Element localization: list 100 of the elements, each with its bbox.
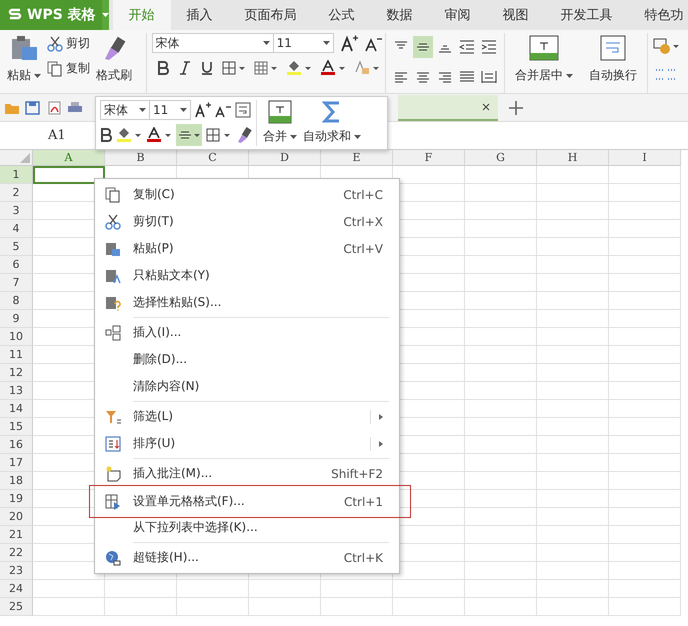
name-box[interactable]: A1 — [48, 128, 88, 143]
menu-item[interactable]: 删除(D)... — [95, 346, 399, 373]
ribbon-tab[interactable]: 特色功 — [628, 0, 688, 30]
brush-icon[interactable] — [236, 127, 252, 143]
column-header[interactable]: D — [249, 150, 321, 166]
font-select[interactable]: 宋体 — [152, 33, 274, 53]
row-header[interactable]: 5 — [0, 238, 33, 256]
font-size-select[interactable]: 11 — [149, 100, 191, 120]
row-header[interactable]: 6 — [0, 256, 33, 274]
align-icon — [416, 41, 430, 53]
row-header[interactable]: 23 — [0, 562, 33, 580]
menu-item[interactable]: 复制(C) Ctrl+C — [95, 181, 399, 208]
font-color-icon[interactable] — [320, 60, 346, 76]
increase-indent-icon[interactable] — [480, 40, 497, 54]
row-header[interactable]: 10 — [0, 328, 33, 346]
row-header[interactable]: 4 — [0, 220, 33, 238]
borders-icon[interactable] — [222, 61, 246, 75]
menu-item[interactable]: 设置单元格格式(F)... Ctrl+1 — [89, 485, 411, 518]
row-header[interactable]: 14 — [0, 400, 33, 418]
row-header[interactable]: 25 — [0, 598, 33, 616]
row-header[interactable]: 13 — [0, 382, 33, 400]
row-header[interactable]: 18 — [0, 472, 33, 490]
menu-item[interactable]: 排序(U) — [95, 430, 399, 457]
bold-icon[interactable] — [156, 61, 170, 75]
menu-item[interactable]: 超链接(H)... Ctrl+K — [95, 544, 399, 571]
printer-icon[interactable] — [67, 100, 83, 114]
borders-icon[interactable] — [206, 128, 232, 142]
cell-style-icon[interactable] — [254, 61, 278, 75]
ribbon-tab[interactable]: 数据 — [370, 0, 429, 30]
fill-color-icon[interactable] — [286, 60, 312, 76]
menu-item[interactable]: 粘贴(P) Ctrl+V — [95, 235, 399, 262]
column-header[interactable]: G — [465, 150, 537, 166]
row-header[interactable]: 15 — [0, 418, 33, 436]
column-header[interactable]: B — [105, 150, 177, 166]
font-select[interactable]: 宋体 — [100, 100, 150, 120]
bold-icon[interactable] — [100, 128, 112, 142]
row-header[interactable]: 12 — [0, 364, 33, 382]
font-size-select[interactable]: 11 — [272, 33, 334, 53]
increase-font-icon[interactable] — [195, 102, 211, 118]
column-header[interactable]: H — [537, 150, 609, 166]
row-header[interactable]: 24 — [0, 580, 33, 598]
fill-color-icon[interactable] — [116, 127, 142, 143]
ribbon-tab[interactable]: 开始 — [112, 0, 171, 30]
menu-item[interactable]: 只粘贴文本(Y) — [95, 262, 399, 289]
column-header[interactable]: I — [609, 150, 681, 166]
alignment-button[interactable] — [412, 36, 433, 58]
column-header[interactable]: C — [177, 150, 249, 166]
column-header[interactable]: E — [321, 150, 393, 166]
menu-item[interactable]: 筛选(L) — [95, 403, 399, 430]
font-color-icon[interactable] — [146, 127, 172, 143]
merge-button[interactable]: 合并 — [263, 100, 297, 146]
format-painter-button[interactable]: 格式刷 — [94, 33, 134, 86]
increase-font-icon[interactable] — [340, 34, 358, 52]
row-header[interactable]: 2 — [0, 184, 33, 202]
row-header[interactable]: 1 — [0, 166, 33, 184]
menu-item[interactable]: 插入(I)... — [95, 319, 399, 346]
distribute-icon[interactable] — [480, 70, 497, 84]
clear-format-icon[interactable] — [354, 60, 380, 76]
justify-icon[interactable] — [458, 70, 475, 84]
ribbon-tab[interactable]: 公式 — [312, 0, 371, 30]
merge-center-button[interactable]: 合并居中 — [513, 33, 575, 86]
column-header[interactable]: A — [33, 150, 105, 166]
app-menu-button[interactable]: WPS 表格 — [0, 0, 102, 30]
paste-button[interactable]: 粘贴 — [5, 33, 43, 86]
row-header[interactable]: 7 — [0, 274, 33, 292]
italic-icon[interactable] — [178, 61, 192, 75]
wrap-text-icon[interactable] — [235, 102, 251, 118]
save-icon[interactable] — [25, 100, 41, 114]
cut-button[interactable]: 剪切 — [47, 35, 90, 52]
row-header[interactable]: 9 — [0, 310, 33, 328]
row-header[interactable]: 11 — [0, 346, 33, 364]
ribbon-tab[interactable]: 开发工具 — [544, 0, 629, 30]
autosum-button[interactable]: 自动求和 — [303, 100, 361, 146]
row-header[interactable]: 22 — [0, 544, 33, 562]
wrap-text-button[interactable]: 自动换行 — [587, 33, 639, 86]
column-header[interactable]: F — [393, 150, 465, 166]
row-header[interactable]: 16 — [0, 436, 33, 454]
ribbon-tab[interactable]: 视图 — [486, 0, 545, 30]
close-icon[interactable] — [482, 102, 490, 110]
row-header[interactable]: 8 — [0, 292, 33, 310]
decrease-indent-icon[interactable] — [458, 40, 475, 54]
row-header[interactable]: 20 — [0, 508, 33, 526]
menu-item[interactable]: 插入批注(M)... Shift+F2 — [95, 460, 399, 487]
menu-item[interactable]: 清除内容(N) — [95, 373, 399, 400]
menu-item[interactable]: 选择性粘贴(S)... — [95, 289, 399, 316]
pdf-export-icon[interactable] — [46, 100, 62, 114]
copy-button[interactable]: 复制 — [47, 60, 90, 77]
row-header[interactable]: 21 — [0, 526, 33, 544]
active-cell[interactable] — [33, 166, 105, 184]
new-tab-icon[interactable] — [509, 100, 523, 114]
paste-label: 粘贴 — [7, 67, 31, 84]
row-header[interactable]: 3 — [0, 202, 33, 220]
ribbon-tab[interactable]: 页面布局 — [228, 0, 313, 30]
align-center-button[interactable] — [176, 124, 202, 146]
menu-item[interactable]: 剪切(T) Ctrl+X — [95, 208, 399, 235]
ribbon-tab[interactable]: 插入 — [170, 0, 229, 30]
row-header[interactable]: 19 — [0, 490, 33, 508]
row-header[interactable]: 17 — [0, 454, 33, 472]
ribbon-tab[interactable]: 审阅 — [428, 0, 487, 30]
underline-icon[interactable] — [200, 61, 214, 75]
